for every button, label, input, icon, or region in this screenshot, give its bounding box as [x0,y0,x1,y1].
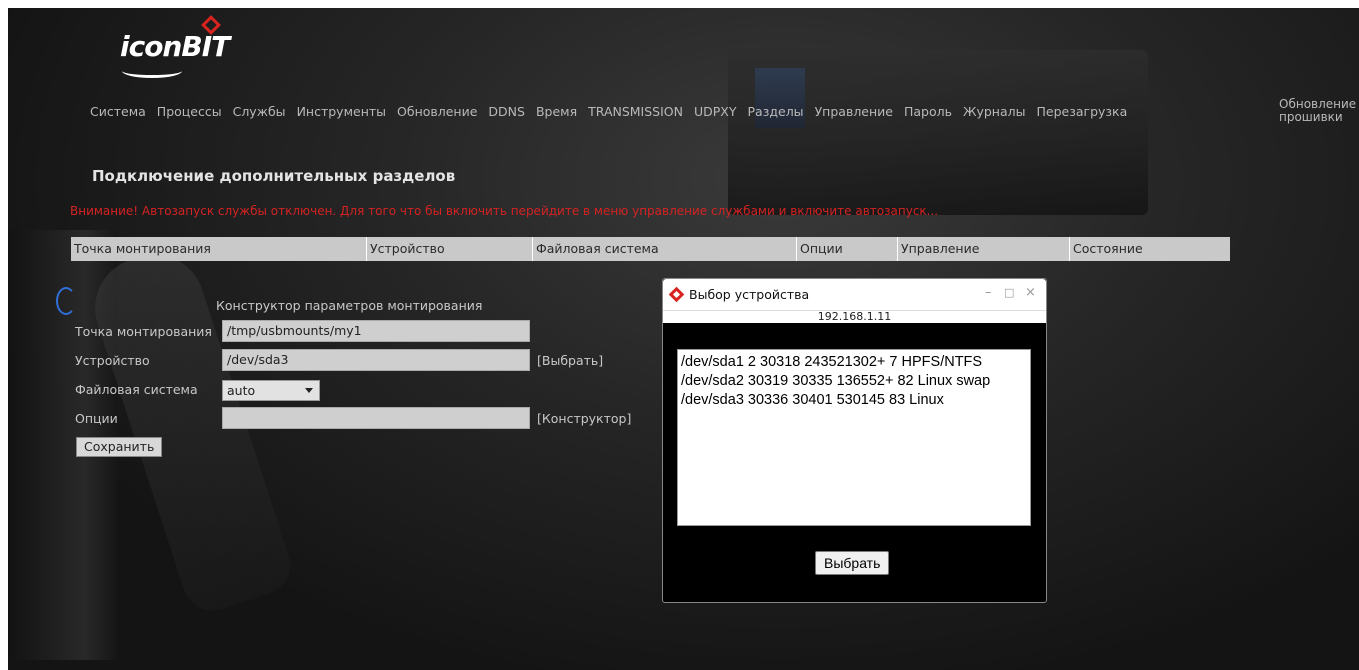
list-item[interactable]: /dev/sda2 30319 30335 136552+ 82 Linux s… [681,372,1027,391]
nav-item-system[interactable]: Система [90,104,146,124]
constructor-link[interactable]: [Конструктор] [537,411,631,426]
options-label: Опции [75,411,118,426]
dialog-title: Выбор устройства [689,287,810,302]
column-device: Устройство [367,237,533,261]
column-mount-point: Точка монтирования [71,237,367,261]
logo-swoosh [122,64,182,78]
column-control: Управление [898,237,1070,261]
nav-item-control[interactable]: Управление [815,104,893,124]
list-item[interactable]: /dev/sda1 2 30318 243521302+ 7 HPFS/NTFS [681,353,1027,372]
device-input[interactable]: /dev/sda3 [222,349,530,371]
nav-item-processes[interactable]: Процессы [157,104,222,124]
page-title: Подключение дополнительных разделов [92,167,456,185]
app-diamond-icon [668,286,685,303]
minimize-icon[interactable]: – [985,285,992,300]
nav-item-services[interactable]: Службы [233,104,286,124]
nav-item-update[interactable]: Обновление [397,104,477,124]
column-filesystem: Файловая система [533,237,797,261]
nav-item-time[interactable]: Время [536,104,577,124]
dialog-address: 192.168.1.11 [663,310,1046,323]
nav-item-ddns[interactable]: DDNS [488,104,525,124]
device-list[interactable]: /dev/sda1 2 30318 243521302+ 7 HPFS/NTFS… [677,349,1031,526]
nav-item-reboot[interactable]: Перезагрузка [1036,104,1127,124]
mount-constructor-title: Конструктор параметров монтирования [216,298,483,313]
select-device-button[interactable]: Выбрать [815,551,890,575]
main-nav: Система Процессы Службы Инструменты Обно… [90,104,1138,124]
column-status: Состояние [1073,241,1143,256]
options-input[interactable] [222,407,530,429]
nav-item-firmware-line2: прошивки [1279,110,1343,124]
chevron-down-icon [305,388,313,393]
power-ring-icon [56,287,76,315]
nav-item-partitions[interactable]: Разделы [748,104,804,124]
logo-text: iconBIT [120,30,230,63]
device-label: Устройство [75,353,150,368]
choose-device-link[interactable]: [Выбрать] [537,353,603,368]
maximize-icon[interactable]: □ [1004,286,1014,299]
nav-item-udpxy[interactable]: UDPXY [694,104,737,124]
device-picker-dialog: Выбор устройства – □ × 192.168.1.11 /dev… [662,278,1047,603]
filesystem-select-value: auto [227,383,256,398]
nav-item-password[interactable]: Пароль [904,104,952,124]
nav-item-logs[interactable]: Журналы [963,104,1026,124]
nav-item-tools[interactable]: Инструменты [297,104,386,124]
dialog-titlebar: Выбор устройства – □ × 192.168.1.11 [663,279,1046,323]
nav-item-transmission[interactable]: TRANSMISSION [588,104,683,124]
close-icon[interactable]: × [1025,285,1036,300]
left-border [0,0,8,670]
filesystem-label: Файловая система [75,382,198,397]
partitions-table-header: Точка монтирования Устройство Файловая с… [71,237,1230,261]
mount-point-label: Точка монтирования [75,324,212,339]
mount-point-input[interactable]: /tmp/usbmounts/my1 [222,320,530,342]
list-item[interactable]: /dev/sda3 30336 30401 530145 83 Linux [681,391,1027,410]
autostart-warning: Внимание! Автозапуск службы отключен. Дл… [70,204,939,218]
column-options: Опции [797,237,898,261]
top-border [0,0,1359,8]
save-button[interactable]: Сохранить [76,437,163,457]
filesystem-select[interactable]: auto [222,380,320,401]
nav-item-firmware-update[interactable]: Обновление прошивки [1279,98,1357,124]
